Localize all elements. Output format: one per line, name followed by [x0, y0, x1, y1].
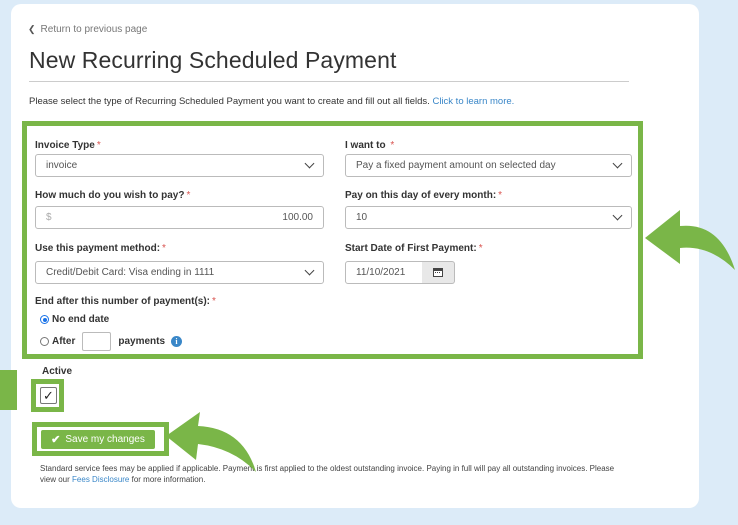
no-end-date-option[interactable]: No end date: [40, 314, 109, 325]
i-want-to-value: Pay a fixed payment amount on selected d…: [356, 160, 556, 171]
end-after-label: End after this number of payment(s): *: [35, 296, 216, 307]
chevron-down-icon: [612, 158, 623, 169]
payment-method-label: Use this payment method: *: [35, 243, 166, 254]
curved-arrow-icon: [645, 210, 735, 270]
intro-body: Please select the type of Recurring Sche…: [29, 96, 430, 107]
curved-arrow-icon: [166, 412, 256, 472]
page-title: New Recurring Scheduled Payment: [29, 47, 397, 73]
payment-count-input[interactable]: [82, 332, 112, 351]
active-label: Active: [42, 366, 73, 377]
active-checkbox[interactable]: ✓: [40, 387, 57, 404]
back-link-label: Return to previous page: [40, 24, 148, 35]
pay-day-select[interactable]: 10: [345, 206, 632, 229]
calendar-icon: [433, 268, 443, 277]
after-option[interactable]: After payments i: [40, 332, 183, 351]
amount-input[interactable]: $ 100.00: [35, 206, 324, 229]
no-end-date-label: No end date: [52, 314, 110, 325]
no-end-date-radio[interactable]: [40, 315, 49, 324]
chevron-down-icon: [612, 210, 623, 221]
payment-method-value: Credit/Debit Card: Visa ending in 1111: [46, 267, 215, 278]
start-date-label: Start Date of First Payment: *: [345, 243, 483, 254]
pay-day-label: Pay on this day of every month: *: [345, 190, 503, 201]
currency-symbol: $: [46, 212, 52, 223]
chevron-down-icon: [304, 265, 315, 276]
after-radio[interactable]: [40, 337, 49, 346]
intro-text: Please select the type of Recurring Sche…: [29, 96, 514, 107]
calendar-button[interactable]: [422, 261, 455, 284]
payment-method-select[interactable]: Credit/Debit Card: Visa ending in 1111: [35, 261, 324, 284]
back-link[interactable]: ❮ Return to previous page: [28, 24, 147, 35]
i-want-to-label: I want to *: [345, 140, 395, 151]
start-date-input[interactable]: 11/10/2021: [345, 261, 423, 284]
invoice-type-select[interactable]: invoice: [35, 154, 324, 177]
title-divider: [29, 81, 629, 82]
disclaimer-text-end: for more information.: [131, 475, 206, 484]
checkmark-icon: ✔: [51, 434, 61, 446]
fees-disclaimer: Standard service fees may be applied if …: [40, 463, 620, 485]
amount-value: 100.00: [282, 212, 313, 223]
chevron-left-icon: ❮: [28, 24, 36, 34]
i-want-to-select[interactable]: Pay a fixed payment amount on selected d…: [345, 154, 632, 177]
pay-day-value: 10: [356, 212, 368, 223]
payments-label: payments: [118, 336, 166, 347]
info-icon[interactable]: i: [171, 336, 183, 347]
check-icon: ✓: [43, 387, 54, 403]
chevron-down-icon: [304, 158, 315, 169]
amount-label: How much do you wish to pay? *: [35, 190, 191, 201]
learn-more-link[interactable]: Click to learn more.: [432, 96, 514, 107]
start-date-value: 11/10/2021: [356, 267, 406, 278]
after-label: After: [52, 336, 76, 347]
invoice-type-value: invoice: [46, 160, 78, 171]
left-edge-arrow: [0, 370, 17, 410]
save-button-label: Save my changes: [65, 434, 145, 445]
invoice-type-label: Invoice Type *: [35, 140, 101, 151]
fees-disclosure-link[interactable]: Fees Disclosure: [72, 475, 129, 484]
save-button[interactable]: ✔ Save my changes: [41, 430, 155, 449]
